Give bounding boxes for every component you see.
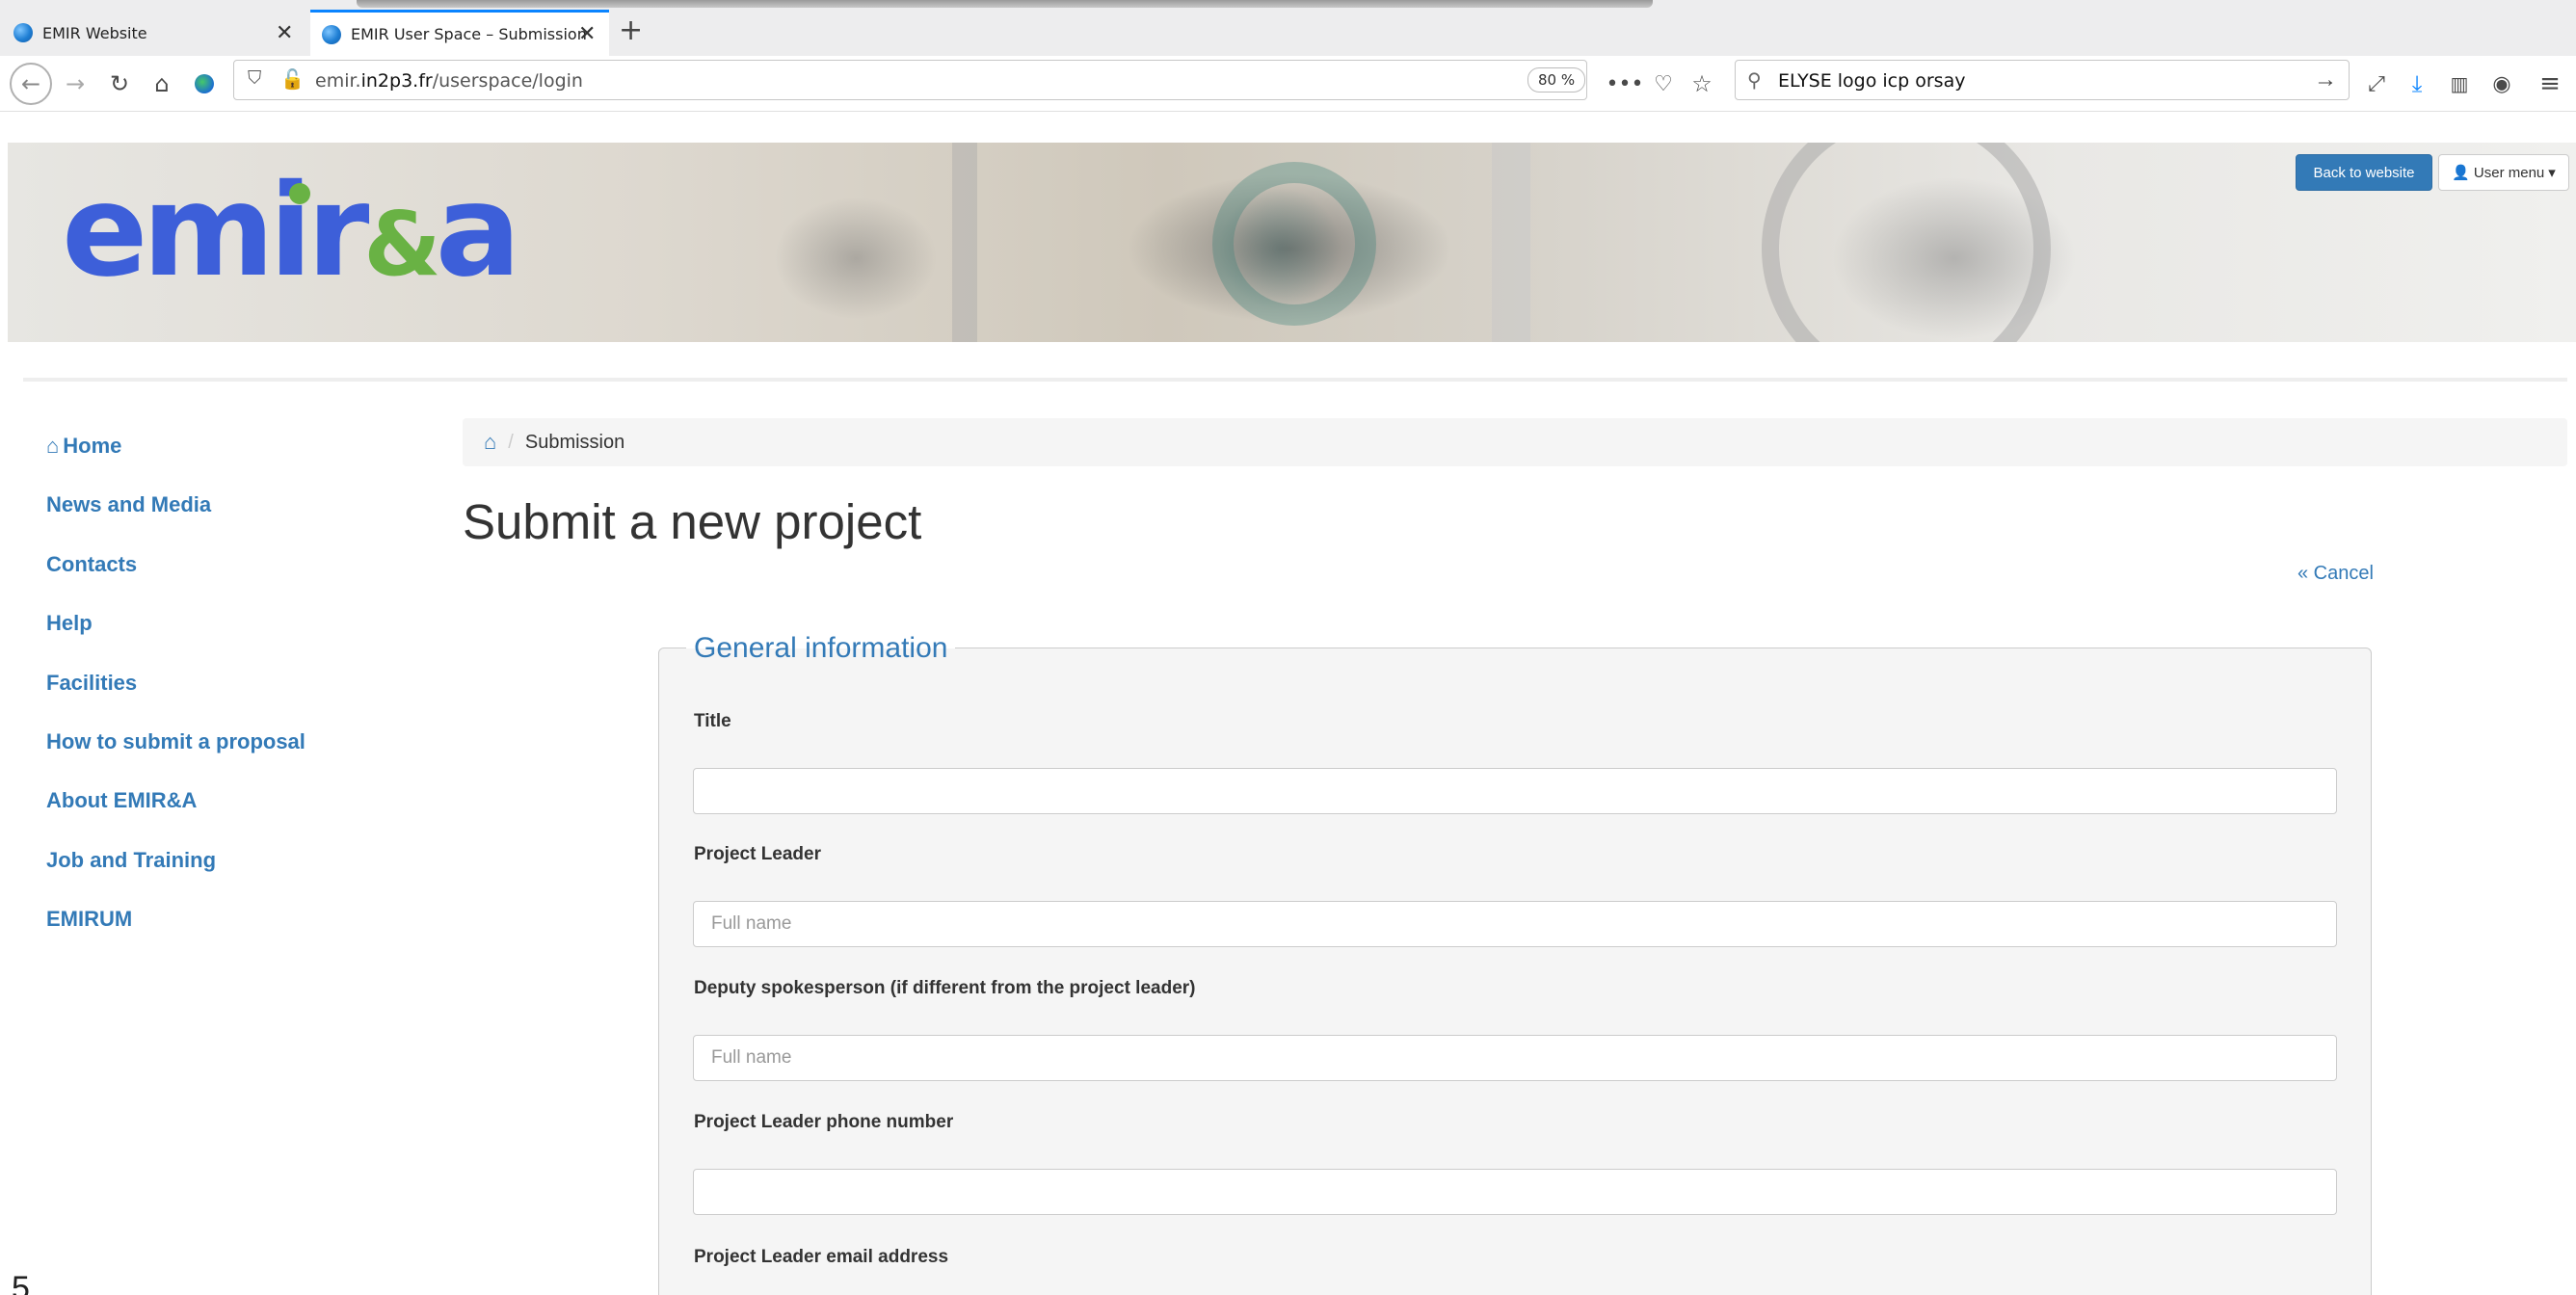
search-bar[interactable]: ⚲ ELYSE logo icp orsay → <box>1735 60 2350 100</box>
sidebar-item-job-and-training[interactable]: Job and Training <box>46 848 451 907</box>
page-title: Submit a new project <box>463 494 922 549</box>
phone-number-label: Project Leader phone number <box>694 1112 954 1132</box>
forward-arrow-icon[interactable]: → <box>58 56 93 112</box>
section-title: General information <box>686 632 956 665</box>
title-label: Title <box>694 711 731 731</box>
breadcrumb: ⌂ / Submission <box>463 418 2567 466</box>
zoom-level[interactable]: 80 % <box>1527 67 1586 92</box>
account-icon[interactable]: ◉ <box>2484 56 2519 112</box>
user-menu-button[interactable]: 👤 User menu ▾ <box>2438 154 2569 191</box>
window-edge <box>357 0 1653 8</box>
earth-icon[interactable] <box>191 56 218 112</box>
new-tab-icon[interactable]: + <box>619 13 643 47</box>
search-input[interactable]: ELYSE logo icp orsay <box>1778 70 1965 92</box>
tab-title: EMIR User Space – Submission <box>351 25 587 43</box>
sidebar-item-help[interactable]: Help <box>46 611 451 670</box>
logo-ampersand: & <box>363 193 440 296</box>
globe-icon <box>13 23 33 42</box>
sidebar-item-news-and-media[interactable]: News and Media <box>46 492 451 551</box>
close-icon[interactable]: ✕ <box>276 21 293 45</box>
back-to-website-button[interactable]: Back to website <box>2296 154 2432 191</box>
reload-icon[interactable]: ↻ <box>102 56 137 112</box>
download-icon[interactable]: ⤓ <box>2400 56 2434 112</box>
go-arrow-icon[interactable]: → <box>2314 66 2337 93</box>
search-icon: ⚲ <box>1747 70 1762 92</box>
url-text[interactable]: emir.in2p3.fr/userspace/login <box>315 70 583 92</box>
sidebar-library-icon[interactable]: ▥ <box>2442 56 2477 112</box>
insecure-lock-icon[interactable]: 🔓 <box>280 67 305 92</box>
email-address-label: Project Leader email address <box>694 1247 949 1267</box>
bookmark-star-icon[interactable]: ☆ <box>1685 56 1719 112</box>
sidebar-item-label: Home <box>63 434 122 458</box>
pocket-icon[interactable]: ♡ <box>1646 56 1681 112</box>
breadcrumb-home-icon[interactable]: ⌂ <box>484 430 496 455</box>
sidebar-item-home[interactable]: ⌂ Home <box>46 434 451 492</box>
deputy-spokesperson-label: Deputy spokesperson (if different from t… <box>694 978 1196 998</box>
shield-icon[interactable]: ⛉ <box>248 68 261 90</box>
sidebar-item-emirum[interactable]: EMIRUM <box>46 907 451 965</box>
tab-emir-website[interactable]: EMIR Website ✕ <box>13 10 303 56</box>
home-icon[interactable]: ⌂ <box>145 56 179 112</box>
header-divider <box>23 378 2567 382</box>
logo-text-end: a <box>435 157 521 305</box>
project-leader-label: Project Leader <box>694 844 821 864</box>
project-leader-input[interactable] <box>693 901 2337 947</box>
sidebar-item-facilities[interactable]: Facilities <box>46 671 451 729</box>
sidebar-nav: ⌂ Home News and Media Contacts Help Facil… <box>46 434 451 966</box>
user-menu-label: User menu <box>2473 164 2545 181</box>
page-number: 5 <box>12 1270 30 1295</box>
breadcrumb-separator: / <box>508 431 514 453</box>
sidebar-item-how-to-submit[interactable]: How to submit a proposal <box>46 729 451 788</box>
back-arrow-icon[interactable]: ← <box>10 63 52 105</box>
user-icon: 👤 <box>2452 165 2470 181</box>
url-prefix: emir. <box>315 70 361 92</box>
expand-icon[interactable]: ⤢ <box>2359 56 2394 112</box>
home-icon: ⌂ <box>46 434 60 458</box>
sidebar-item-contacts[interactable]: Contacts <box>46 552 451 611</box>
url-path: /userspace/login <box>432 70 583 92</box>
browser-tab-bar: EMIR Website ✕ EMIR User Space – Submiss… <box>0 0 2576 56</box>
phone-number-input[interactable] <box>693 1169 2337 1215</box>
emira-logo[interactable]: emir&a <box>62 168 521 296</box>
cancel-link[interactable]: « Cancel <box>2297 563 2374 585</box>
globe-icon <box>322 24 341 44</box>
caret-down-icon: ▾ <box>2548 165 2556 181</box>
url-domain: in2p3.fr <box>360 70 433 92</box>
title-input[interactable] <box>693 768 2337 814</box>
logo-text: emir <box>62 157 369 305</box>
tab-emir-user-space[interactable]: EMIR User Space – Submission ✕ <box>310 10 609 56</box>
deputy-spokesperson-input[interactable] <box>693 1035 2337 1081</box>
close-icon[interactable]: ✕ <box>578 22 596 46</box>
hamburger-menu-icon[interactable]: ≡ <box>2533 56 2567 112</box>
tab-title: EMIR Website <box>42 23 147 42</box>
more-actions-icon[interactable]: ••• <box>1607 56 1644 112</box>
breadcrumb-current: Submission <box>524 431 625 453</box>
address-bar[interactable]: ⛉ 🔓 emir.in2p3.fr/userspace/login 80 % <box>233 60 1587 100</box>
logo-dot <box>289 183 310 204</box>
sidebar-item-about[interactable]: About EMIR&A <box>46 788 451 847</box>
